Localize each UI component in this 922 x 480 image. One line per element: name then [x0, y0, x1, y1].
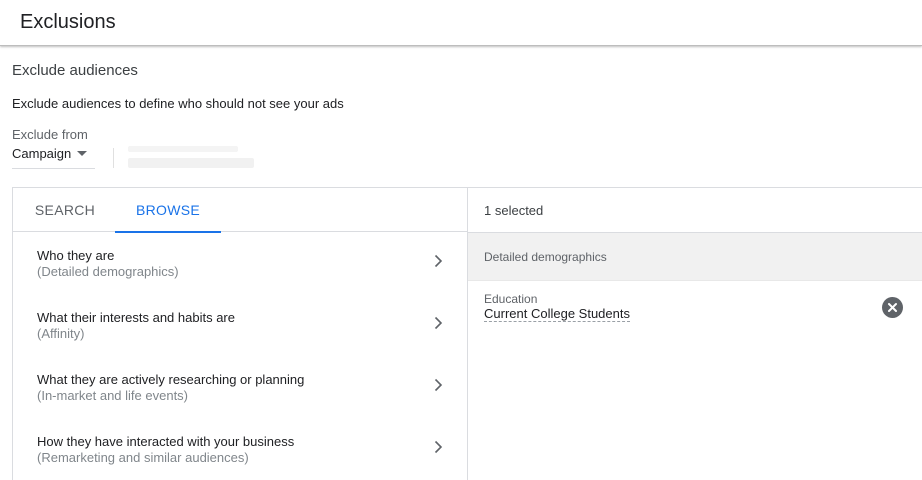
- selected-group-label: Detailed demographics: [484, 250, 607, 264]
- chevron-right-icon: [434, 316, 443, 330]
- browse-item-title: How they have interacted with your busin…: [37, 434, 295, 449]
- section-title: Exclude audiences: [12, 62, 138, 79]
- selected-item-category: Education: [484, 292, 538, 306]
- chevron-right-icon: [434, 378, 443, 392]
- remove-circle-icon: [888, 303, 897, 312]
- browse-item-subtitle: (Affinity): [37, 326, 85, 341]
- section-description: Exclude audiences to define who should n…: [12, 96, 344, 111]
- selected-count: 1 selected: [484, 203, 544, 218]
- chevron-right-icon: [434, 440, 443, 454]
- divider: [113, 148, 114, 168]
- exclude-from-dropdown[interactable]: Campaign: [12, 143, 95, 169]
- chevron-right-icon: [434, 254, 443, 268]
- exclude-from-label: Exclude from: [12, 127, 88, 142]
- browse-item-interests[interactable]: What their interests and habits are (Aff…: [13, 310, 467, 372]
- browse-item-title: Who they are: [37, 248, 115, 263]
- browse-item-in-market[interactable]: What they are actively researching or pl…: [13, 372, 467, 434]
- browse-item-who-they-are[interactable]: Who they are (Detailed demographics): [13, 248, 467, 310]
- browse-item-subtitle: (In-market and life events): [37, 388, 189, 403]
- browse-item-title: What their interests and habits are: [37, 310, 235, 325]
- browse-item-subtitle: (Remarketing and similar audiences): [37, 450, 249, 465]
- browse-item-remarketing[interactable]: How they have interacted with your busin…: [13, 434, 467, 480]
- selected-group-header: Detailed demographics: [468, 232, 922, 281]
- page-title: Exclusions: [20, 11, 116, 33]
- remove-selection-button[interactable]: [882, 297, 903, 318]
- browse-pane: SEARCH BROWSE Who they are (Detailed dem…: [13, 188, 468, 480]
- page-header: Exclusions: [0, 0, 922, 46]
- caret-down-icon: [77, 151, 87, 156]
- tab-browse-label: BROWSE: [135, 202, 201, 218]
- audience-panel: SEARCH BROWSE Who they are (Detailed dem…: [12, 187, 922, 480]
- tab-browse[interactable]: BROWSE: [115, 188, 221, 233]
- disabled-field: [128, 146, 256, 172]
- selected-pane: 1 selected Detailed demographics Educati…: [468, 188, 922, 480]
- active-tab-indicator: [115, 231, 221, 233]
- selected-item-value: Current College Students: [484, 306, 630, 322]
- browse-item-title: What they are actively researching or pl…: [37, 372, 305, 387]
- exclude-from-value: Campaign: [12, 146, 72, 161]
- browse-item-subtitle: (Detailed demographics): [37, 264, 179, 279]
- tab-search[interactable]: SEARCH: [25, 188, 105, 232]
- tab-bar: SEARCH BROWSE: [13, 188, 467, 233]
